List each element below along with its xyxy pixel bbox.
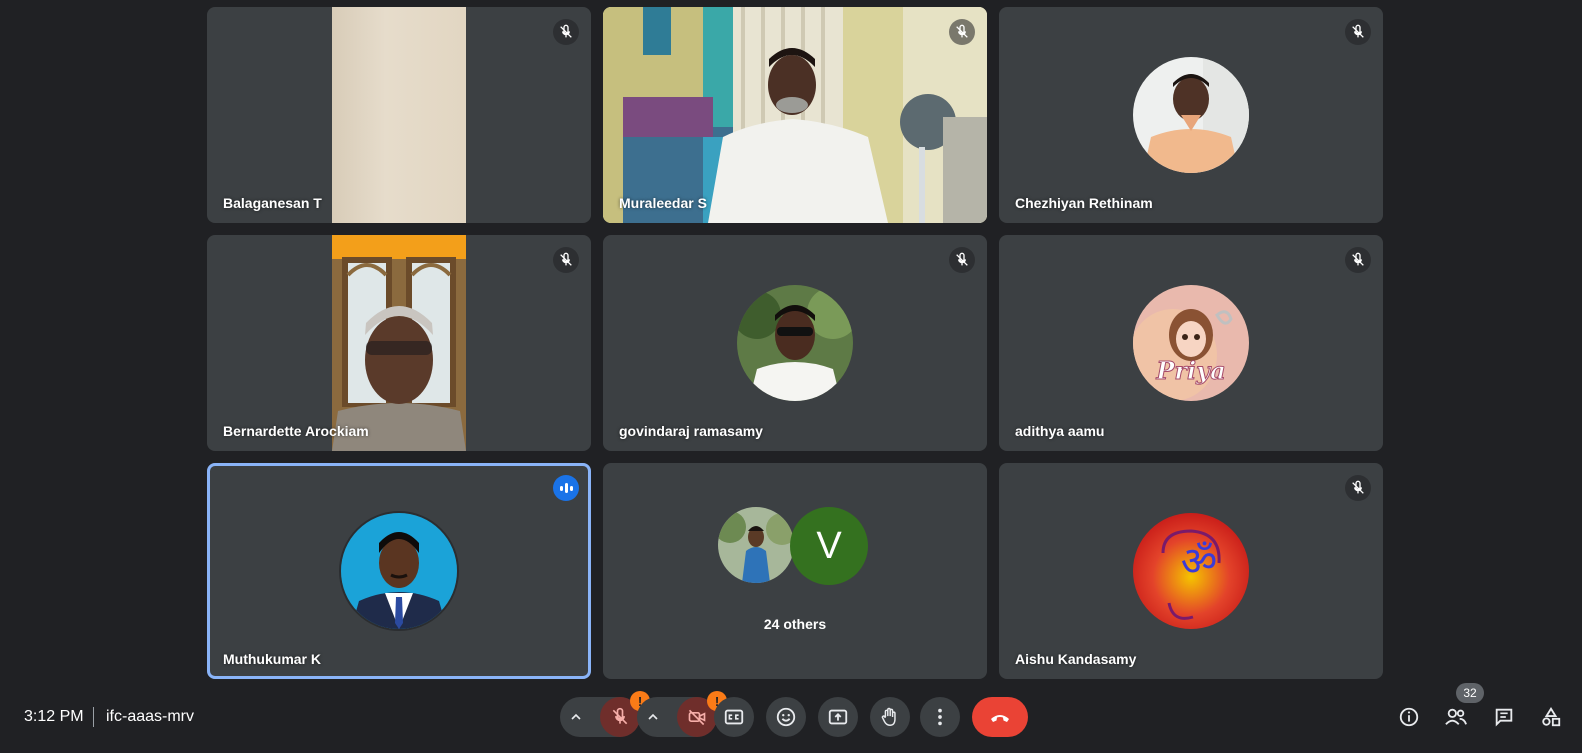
participant-tile-active-speaker[interactable]: Muthukumar K [207, 463, 591, 679]
participant-tile[interactable]: Bernardette Arockiam [207, 235, 591, 451]
video-frame-image [603, 7, 987, 223]
video-feed [332, 7, 466, 223]
mic-off-icon [1345, 247, 1371, 273]
avatar [339, 511, 459, 631]
captions-button[interactable] [714, 697, 754, 737]
others-avatars: V [603, 507, 987, 585]
participant-tile[interactable]: Balaganesan T [207, 7, 591, 223]
chat-icon[interactable] [1491, 704, 1517, 730]
video-frame-image [332, 235, 466, 451]
participant-name: Bernardette Arockiam [223, 423, 369, 439]
participant-name: Muthukumar K [223, 651, 321, 667]
participant-name: Balaganesan T [223, 195, 322, 211]
mic-off-icon [949, 247, 975, 273]
participant-name: Chezhiyan Rethinam [1015, 195, 1153, 211]
more-options-button[interactable] [920, 697, 960, 737]
participant-name: govindaraj ramasamy [619, 423, 763, 439]
others-count-label: 24 others [763, 616, 827, 632]
camera-control: ! [637, 691, 727, 737]
others-tile[interactable]: V 24 others [603, 463, 987, 679]
avatar-text: Priya [1155, 356, 1225, 385]
mic-off-icon [949, 19, 975, 45]
participant-grid: Balaganesan T Muraleedar S Chezhiyan Ret… [207, 7, 1383, 679]
mic-off-icon [553, 19, 579, 45]
avatar-letter: V [790, 507, 868, 585]
avatar [1133, 57, 1249, 173]
end-call-button[interactable] [972, 697, 1028, 737]
audio-options-chevron-icon[interactable] [560, 711, 592, 723]
captions-icon [724, 709, 744, 725]
participant-tile[interactable]: Chezhiyan Rethinam [999, 7, 1383, 223]
divider [93, 707, 94, 727]
activities-icon[interactable] [1538, 704, 1564, 730]
video-feed [603, 7, 987, 223]
more-vert-icon [938, 708, 942, 726]
participant-name: adithya aamu [1015, 423, 1105, 439]
participant-tile[interactable]: Priya adithya aamu [999, 235, 1383, 451]
people-icon[interactable] [1443, 704, 1469, 730]
video-feed [332, 235, 466, 451]
mic-off-icon [612, 707, 628, 725]
mic-off-icon [1345, 475, 1371, 501]
avatar [718, 507, 794, 583]
avatar: Priya [1133, 285, 1249, 401]
hand-icon [881, 707, 896, 726]
participant-tile[interactable]: Muraleedar S [603, 7, 987, 223]
present-screen-button[interactable] [818, 697, 858, 737]
camera-off-icon [688, 709, 706, 726]
avatar [737, 285, 853, 401]
mic-off-icon [1345, 19, 1371, 45]
avatar: ॐ [1133, 513, 1249, 629]
meeting-controls-bar: 3:12 PM ifc-aaas-mrv ! ! 32 [0, 683, 1582, 753]
mic-control: ! [560, 691, 650, 737]
avatar-text: ॐ [1181, 539, 1217, 585]
people-count-badge: 32 [1456, 683, 1484, 703]
participant-name: Muraleedar S [619, 195, 707, 211]
emoji-icon [776, 707, 796, 727]
present-screen-icon [828, 709, 848, 725]
participant-tile[interactable]: govindaraj ramasamy [603, 235, 987, 451]
video-options-chevron-icon[interactable] [637, 711, 669, 723]
meeting-details-info-icon[interactable] [1396, 704, 1422, 730]
phone-hangup-icon [991, 715, 1009, 722]
meeting-code: ifc-aaas-mrv [106, 708, 195, 725]
mic-off-icon [553, 247, 579, 273]
raise-hand-button[interactable] [870, 697, 910, 737]
participant-name: Aishu Kandasamy [1015, 651, 1137, 667]
clock-time: 3:12 PM [24, 708, 84, 725]
reactions-button[interactable] [766, 697, 806, 737]
speaking-indicator-icon [553, 475, 579, 501]
participant-tile[interactable]: ॐ Aishu Kandasamy [999, 463, 1383, 679]
